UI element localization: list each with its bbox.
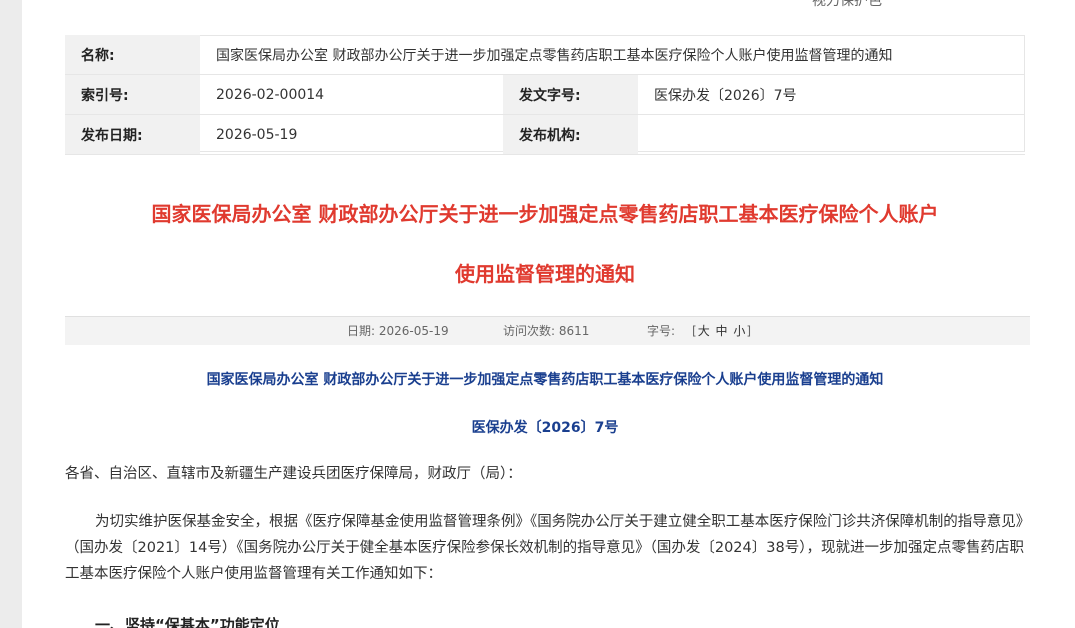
article-info-bar: 日期: 2026-05-19 访问次数: 8611 字号: [大 中 小]: [65, 316, 1030, 345]
metadata-row-date: 发布日期: 2026-05-19 发布机构:: [65, 114, 1025, 155]
page-title-line-1: 国家医保局办公室 财政部办公厅关于进一步加强定点零售药店职工基本医疗保险个人账户: [151, 202, 939, 226]
index-value: 2026-02-00014: [200, 74, 503, 115]
docno-label: 发文字号:: [503, 74, 638, 115]
name-value: 国家医保局办公室 财政部办公厅关于进一步加强定点零售药店职工基本医疗保险个人账户…: [200, 35, 1025, 75]
publish-date: 日期: 2026-05-19: [347, 324, 449, 338]
addressee-paragraph: 各省、自治区、直辖市及新疆生产建设兵团医疗保障局，财政厅（局）：: [65, 466, 522, 482]
font-large-link[interactable]: 大: [698, 324, 711, 338]
name-label: 名称:: [65, 35, 200, 75]
font-small-link[interactable]: 小: [733, 324, 746, 338]
body-paragraph: 为切实维护医保基金安全，根据《医疗保障基金使用监督管理条例》《国务院办公厅关于建…: [65, 514, 1031, 582]
visit-count: 访问次数: 8611: [503, 324, 590, 338]
metadata-table: 名称: 国家医保局办公室 财政部办公厅关于进一步加强定点零售药店职工基本医疗保险…: [65, 35, 1025, 155]
page-title-line-2: 使用监督管理的通知: [455, 262, 635, 286]
article-page: 视力保护色 名称: 国家医保局办公室 财政部办公厅关于进一步加强定点零售药店职工…: [22, 0, 1075, 628]
document-number: 医保办发〔2026〕7号: [471, 420, 619, 436]
index-label: 索引号:: [65, 74, 200, 115]
org-label: 发布机构:: [503, 114, 638, 155]
date-label: 发布日期:: [65, 114, 200, 155]
docno-value: 医保办发〔2026〕7号: [638, 74, 1025, 115]
bracket-close: ]: [746, 324, 753, 338]
metadata-row-name: 名称: 国家医保局办公室 财政部办公厅关于进一步加强定点零售药店职工基本医疗保险…: [65, 35, 1025, 75]
metadata-row-index: 索引号: 2026-02-00014 发文字号: 医保办发〔2026〕7号: [65, 74, 1025, 115]
date-value: 2026-05-19: [200, 114, 503, 155]
org-value: [638, 114, 1025, 155]
font-size-options: [大 中 小]: [692, 317, 752, 345]
font-medium-link[interactable]: 中: [716, 324, 729, 338]
font-size-label: 字号:: [647, 324, 676, 338]
document-heading: 国家医保局办公室 财政部办公厅关于进一步加强定点零售药店职工基本医疗保险个人账户…: [206, 372, 884, 388]
section-heading: 一、坚持“保基本”功能定位: [95, 616, 280, 628]
eye-protection-link[interactable]: 视力保护色: [812, 0, 882, 10]
